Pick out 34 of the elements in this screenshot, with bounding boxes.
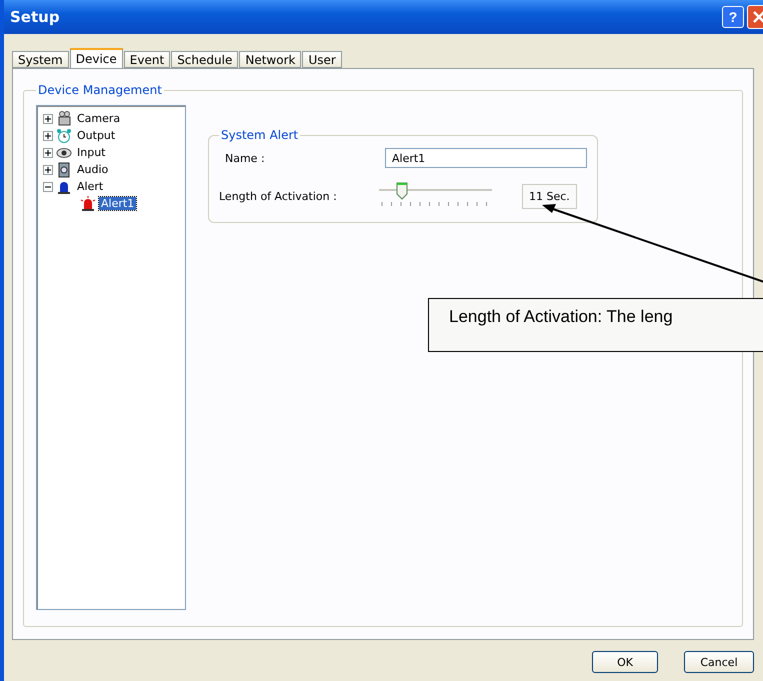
group-title: System Alert xyxy=(220,128,300,142)
window-title: Setup xyxy=(10,8,60,26)
slider-thumb[interactable] xyxy=(396,182,408,200)
expand-icon[interactable] xyxy=(43,130,53,140)
tab[interactable]: User xyxy=(302,51,342,68)
tab[interactable]: Device xyxy=(70,48,123,68)
callout-text: Length of Activation: The leng xyxy=(428,298,763,352)
field-label: Name : xyxy=(224,152,266,164)
tree-item[interactable]: Alert1 xyxy=(99,197,136,210)
cancel-button[interactable]: Cancel xyxy=(684,651,754,673)
expand-icon[interactable] xyxy=(43,148,53,158)
alarm-clock-icon xyxy=(56,128,72,144)
tree-item[interactable]: Output xyxy=(75,129,118,142)
tab[interactable]: Network xyxy=(239,51,302,68)
expand-icon[interactable] xyxy=(43,164,53,174)
tree-item[interactable]: Audio xyxy=(75,163,110,176)
collapse-icon[interactable] xyxy=(43,182,53,192)
tree-item[interactable]: Camera xyxy=(75,112,122,125)
tab[interactable]: System xyxy=(12,51,69,68)
expand-icon[interactable] xyxy=(43,114,53,124)
group-title: Device Management xyxy=(37,83,163,97)
speaker-icon xyxy=(56,162,72,178)
close-icon xyxy=(753,11,763,23)
tab[interactable]: Schedule xyxy=(171,51,238,68)
camera-icon xyxy=(56,110,72,126)
tree-item[interactable]: Input xyxy=(75,146,108,159)
name-input[interactable]: Alert1 xyxy=(385,148,587,168)
tree-item[interactable]: Alert xyxy=(75,180,106,193)
tab[interactable]: Event xyxy=(124,51,170,68)
siren-icon xyxy=(80,196,96,212)
ok-button[interactable]: OK xyxy=(592,651,658,673)
help-button[interactable]: ? xyxy=(722,6,744,28)
duration-reading: 11 Sec. xyxy=(522,184,577,208)
field-label: Length of Activation : xyxy=(219,190,338,202)
